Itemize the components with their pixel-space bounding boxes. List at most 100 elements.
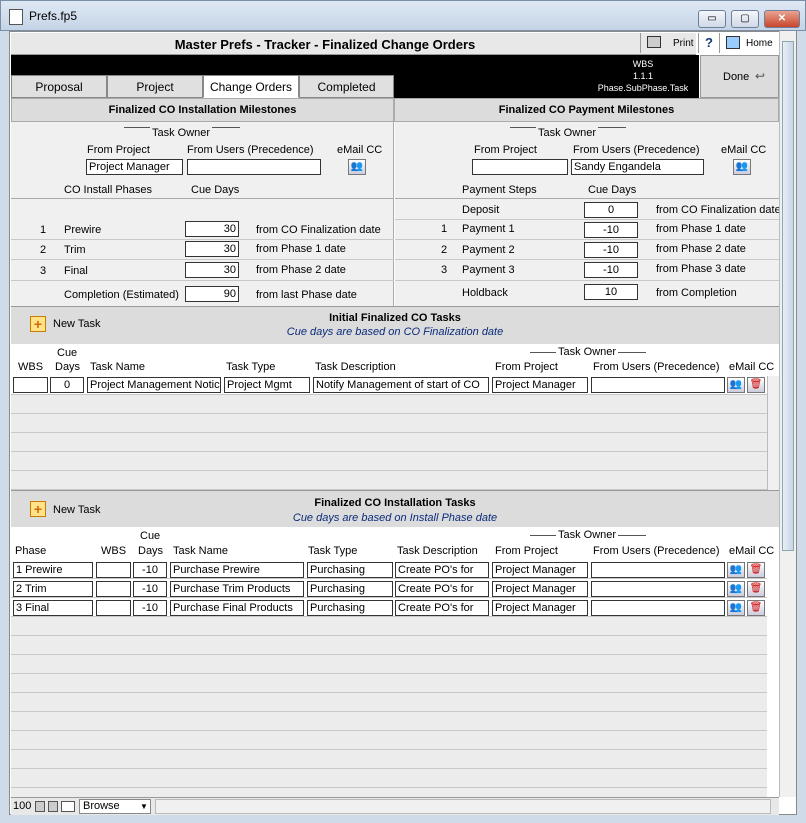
- task-email-cc-icon[interactable]: 👥: [727, 600, 745, 616]
- print-button[interactable]: Print: [640, 33, 696, 53]
- task-name-field[interactable]: Purchase Trim Products: [170, 581, 304, 597]
- col-from-project: From Project: [495, 545, 558, 557]
- task-wbs-field[interactable]: [96, 600, 131, 616]
- task-from-project-field[interactable]: Project Manager: [492, 562, 588, 578]
- task-from-users-field[interactable]: [591, 600, 725, 616]
- task-name-field[interactable]: Purchase Prewire: [170, 562, 304, 578]
- install-from-users-label: From Users (Precedence): [187, 144, 314, 156]
- tab-change-orders[interactable]: Change Orders: [203, 75, 299, 98]
- task-phase-field[interactable]: 2 Trim: [13, 581, 93, 597]
- task-type-field[interactable]: Project Mgmt: [224, 377, 310, 393]
- task-type-field[interactable]: Purchasing: [307, 600, 393, 616]
- task-from-project-field[interactable]: Project Manager: [492, 377, 588, 393]
- return-arrow-icon: ↩: [755, 69, 766, 83]
- task-description-field[interactable]: Create PO's for: [395, 562, 489, 578]
- horizontal-scrollbar[interactable]: [155, 799, 771, 814]
- deposit-cue-days[interactable]: 0: [584, 202, 638, 218]
- install-tasks-table: Task Owner Cue Phase WBS Days Task Name …: [11, 527, 779, 797]
- tab-project[interactable]: Project: [107, 75, 203, 98]
- task-phase-field[interactable]: 1 Prewire: [13, 562, 93, 578]
- initial-tasks-table: Task Owner Cue WBS Days Task Name Task T…: [11, 344, 779, 490]
- payment-step-from: from Phase 1 date: [656, 223, 746, 235]
- task-type-field[interactable]: Purchasing: [307, 581, 393, 597]
- scrollbar-thumb[interactable]: [782, 41, 794, 551]
- holdback-label: Holdback: [462, 287, 508, 299]
- payment-from-users-field[interactable]: Sandy Engandela: [571, 159, 704, 175]
- mode-select[interactable]: Browse ▼: [79, 799, 151, 814]
- task-email-cc-icon[interactable]: 👥: [727, 562, 745, 578]
- install-from-project-field[interactable]: Project Manager: [86, 159, 183, 175]
- payment-step-cue-days[interactable]: -10: [584, 242, 638, 258]
- status-bar: 100 Browse ▼: [11, 797, 779, 815]
- task-from-users-field[interactable]: [591, 581, 725, 597]
- window-title: Prefs.fp5: [29, 9, 78, 23]
- install-from-users-field[interactable]: [187, 159, 321, 175]
- task-email-cc-icon[interactable]: 👥: [727, 377, 745, 393]
- task-description-field[interactable]: Create PO's for: [395, 581, 489, 597]
- done-button[interactable]: Done ↩: [700, 55, 779, 98]
- delete-icon[interactable]: 🗑: [747, 562, 765, 578]
- task-phase-field[interactable]: 3 Final: [13, 600, 93, 616]
- task-cue-days-field[interactable]: -10: [133, 600, 167, 616]
- zoom-level[interactable]: 100: [13, 800, 31, 812]
- delete-icon[interactable]: 🗑: [747, 581, 765, 597]
- col-cue-days: Days: [55, 361, 81, 373]
- task-wbs-field[interactable]: [13, 377, 48, 393]
- install-phase-cue-days[interactable]: 30: [185, 241, 239, 257]
- task-type-field[interactable]: Purchasing: [307, 562, 393, 578]
- divider: [11, 280, 394, 281]
- initial-tasks-scrollbar[interactable]: [767, 376, 779, 490]
- payment-cue-days-header: Cue Days: [588, 184, 637, 196]
- help-button[interactable]: ?: [698, 33, 720, 53]
- delete-icon[interactable]: 🗑: [747, 600, 765, 616]
- install-email-cc-users-icon[interactable]: 👥: [348, 159, 366, 175]
- task-cue-days-field[interactable]: 0: [50, 377, 84, 393]
- col-task-type: Task Type: [308, 545, 358, 557]
- task-wbs-field[interactable]: [96, 581, 131, 597]
- install-cue-days-header: Cue Days: [191, 184, 240, 196]
- task-name-field[interactable]: Project Management Notice: [87, 377, 221, 393]
- install-phases-header: CO Install Phases: [64, 184, 153, 196]
- install-from-project-label: From Project: [87, 144, 150, 156]
- empty-row: [11, 712, 767, 731]
- task-cue-days-field[interactable]: -10: [133, 562, 167, 578]
- completion-cue-days[interactable]: 90: [185, 286, 239, 302]
- window-scrollbar[interactable]: [779, 31, 796, 797]
- printer-icon: [647, 36, 661, 48]
- close-button[interactable]: ✕: [764, 10, 800, 28]
- zoom-in-icon[interactable]: [48, 801, 58, 812]
- payment-step-cue-days[interactable]: -10: [584, 262, 638, 278]
- install-phase-name: Trim: [64, 244, 86, 256]
- home-button[interactable]: Home: [722, 33, 776, 53]
- maximize-button[interactable]: ▢: [731, 10, 759, 28]
- status-area-toggle-icon[interactable]: [61, 801, 75, 812]
- task-wbs-field[interactable]: [96, 562, 131, 578]
- task-description-field[interactable]: Notify Management of start of CO: [313, 377, 489, 393]
- install-phase-number: 2: [40, 244, 47, 256]
- holdback-cue-days[interactable]: 10: [584, 284, 638, 300]
- minimize-button[interactable]: ▭: [698, 10, 726, 28]
- install-phase-cue-days[interactable]: 30: [185, 221, 239, 237]
- task-from-users-field[interactable]: [591, 562, 725, 578]
- task-email-cc-icon[interactable]: 👥: [727, 581, 745, 597]
- app-icon: [9, 9, 23, 25]
- payment-steps-header: Payment Steps: [462, 184, 537, 196]
- install-phase-cue-days[interactable]: 30: [185, 262, 239, 278]
- tab-proposal[interactable]: Proposal: [11, 75, 107, 98]
- task-from-project-field[interactable]: Project Manager: [492, 600, 588, 616]
- task-cue-days-field[interactable]: -10: [133, 581, 167, 597]
- delete-icon[interactable]: 🗑: [747, 377, 765, 393]
- payment-from-project-field[interactable]: [472, 159, 568, 175]
- task-from-users-field[interactable]: [591, 377, 725, 393]
- payment-step-number: 1: [441, 223, 448, 235]
- tab-completed[interactable]: Completed: [299, 75, 394, 98]
- payment-email-cc-users-icon[interactable]: 👥: [733, 159, 751, 175]
- task-name-field[interactable]: Purchase Final Products: [170, 600, 304, 616]
- home-icon: [726, 36, 740, 49]
- payment-step-cue-days[interactable]: -10: [584, 222, 638, 238]
- task-description-field[interactable]: Create PO's for: [395, 600, 489, 616]
- divider: [395, 219, 779, 220]
- zoom-out-icon[interactable]: [35, 801, 45, 812]
- install-phase-name: Final: [64, 265, 88, 277]
- task-from-project-field[interactable]: Project Manager: [492, 581, 588, 597]
